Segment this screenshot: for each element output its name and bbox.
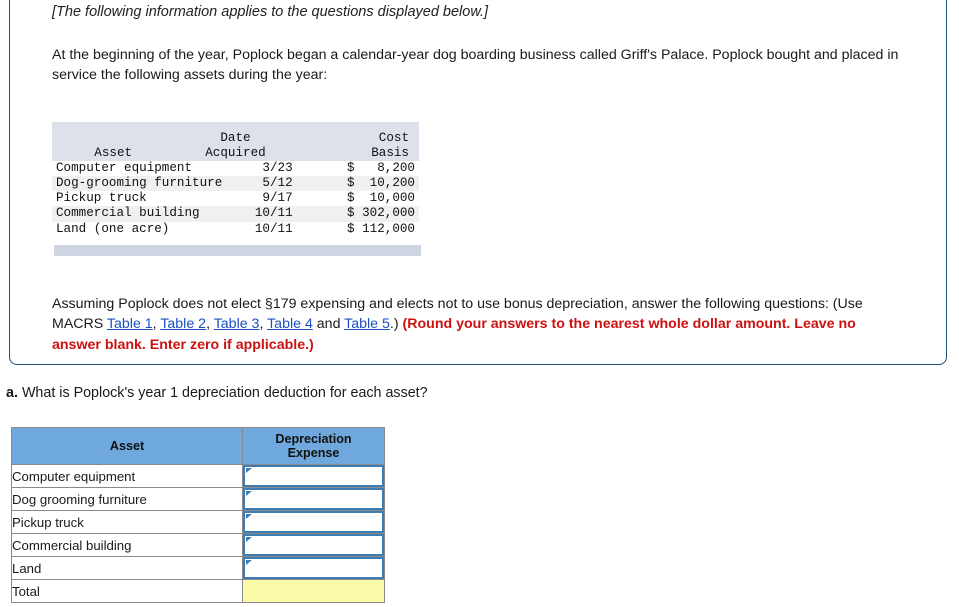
scenario-paragraph: At the beginning of the year, Poplock be… [52,46,899,84]
table-row: Commercial building 10/11 $ 302,000 [52,206,419,222]
asset-header-blank [52,130,175,146]
asset-table-body: Computer equipment 3/23 $ 8,200 Dog-groo… [52,161,419,237]
date-header-line2: Acquired [174,145,297,161]
answer-row-label: Dog grooming furniture [11,487,243,511]
instructions-paragraph: Assuming Poplock does not elect §179 exp… [52,294,906,356]
cell-corner-marker-icon [246,514,252,519]
answer-table-head: Asset Depreciation Expense [11,427,385,465]
total-value-cell [242,579,385,603]
question-text: What is Poplock's year 1 depreciation de… [21,385,428,401]
table-footer-bar [52,243,421,256]
asset-data-table-wrapper: Date Cost Asset Acquired Basis Computer … [52,121,421,256]
macrs-table-1-link[interactable]: Table 1 [107,316,153,332]
macrs-table-4-link[interactable]: Table 4 [267,316,313,332]
table-row: Dog-grooming furniture 5/12 $ 10,200 [52,175,419,192]
answer-input-cell[interactable] [242,464,385,488]
cell-corner-marker-icon [246,491,252,496]
asset-table-header-row-1: Date Cost [52,130,419,146]
asset-name: Land (one acre) [56,221,170,236]
depreciation-input-land[interactable] [243,557,384,579]
cost-header-line2: Basis [296,145,419,161]
table-row: Land (one acre) 10/11 $ 112,000 [52,222,419,237]
depreciation-input-pickup-truck[interactable] [243,511,384,533]
depreciation-input-computer-equipment[interactable] [243,465,384,487]
depreciation-answer-table: Asset Depreciation Expense Computer equip… [11,427,385,603]
answer-input-cell[interactable] [242,533,385,557]
cost-header-line1: Cost [296,130,419,146]
asset-table-head: Date Cost Asset Acquired Basis [52,121,419,161]
link-separator: , [259,316,268,333]
answer-header-asset: Asset [11,427,243,465]
cell-corner-marker-icon [246,560,252,565]
depreciation-input-commercial-building[interactable] [243,534,384,556]
cell-corner-marker-icon [246,468,252,473]
table-row: Computer equipment [11,464,385,488]
intro-note: [The following information applies to th… [52,4,489,20]
table-row-total: Total [11,579,385,603]
macrs-table-3-link[interactable]: Table 3 [214,316,260,332]
asset-cost: $ 302,000 [296,206,419,222]
answer-input-cell[interactable] [242,487,385,511]
asset-name: Dog-grooming furniture [52,175,222,192]
asset-data-table: Date Cost Asset Acquired Basis Computer … [52,121,419,237]
answer-input-cell[interactable] [242,556,385,580]
total-label: Total [11,579,243,603]
asset-cost: $ 112,000 [346,221,415,236]
table-row: Pickup truck [11,510,385,534]
answer-row-label: Land [11,556,243,580]
answer-row-label: Pickup truck [11,510,243,534]
link-separator: , [206,316,214,333]
answer-header-expense-line2: Expense [287,446,340,460]
asset-cost: $ 10,200 [296,175,419,192]
table-row: Pickup truck 9/17 $ 10,000 [52,191,419,206]
asset-name: Computer equipment [56,160,193,175]
macrs-table-2-link[interactable]: Table 2 [160,316,206,332]
instructions-text-part2: .) [389,316,403,333]
date-header-line1: Date [174,130,297,146]
asset-name: Pickup truck [56,191,147,206]
info-card-content: [The following information applies to th… [10,0,946,356]
table-row: Computer equipment 3/23 $ 8,200 [52,161,419,176]
table-row: Dog grooming furniture [11,487,385,511]
asset-header-label: Asset [52,145,175,161]
answer-row-label: Commercial building [11,533,243,557]
asset-table-header-row-2: Asset Acquired Basis [52,145,419,161]
asset-date: 9/17 [262,191,293,206]
link-separator: and [312,316,345,333]
answer-input-cell[interactable] [242,510,385,534]
answer-table-body: Computer equipment Dog grooming furnitur… [11,464,385,603]
depreciation-input-dog-grooming-furniture[interactable] [243,488,384,510]
asset-name: Commercial building [52,206,200,222]
answer-header-expense: Depreciation Expense [242,427,385,465]
table-row: Commercial building [11,533,385,557]
asset-cost: $ 10,000 [346,191,415,206]
answer-table-wrapper: Asset Depreciation Expense Computer equip… [11,427,385,603]
question-marker: a. [6,385,18,401]
answer-header-row: Asset Depreciation Expense [11,427,385,465]
answer-header-expense-line1: Depreciation [275,432,352,446]
macrs-table-5-link[interactable]: Table 5 [344,316,390,332]
info-card: [The following information applies to th… [9,0,947,365]
cell-corner-marker-icon [246,537,252,542]
asset-date: 10/11 [254,221,293,236]
answer-row-label: Computer equipment [11,464,243,488]
asset-date: 3/23 [262,160,293,175]
table-row: Land [11,556,385,580]
asset-cost: $ 8,200 [346,160,415,175]
question-a: a. What is Poplock's year 1 depreciation … [6,385,428,401]
asset-table-header-spacer [52,121,419,131]
